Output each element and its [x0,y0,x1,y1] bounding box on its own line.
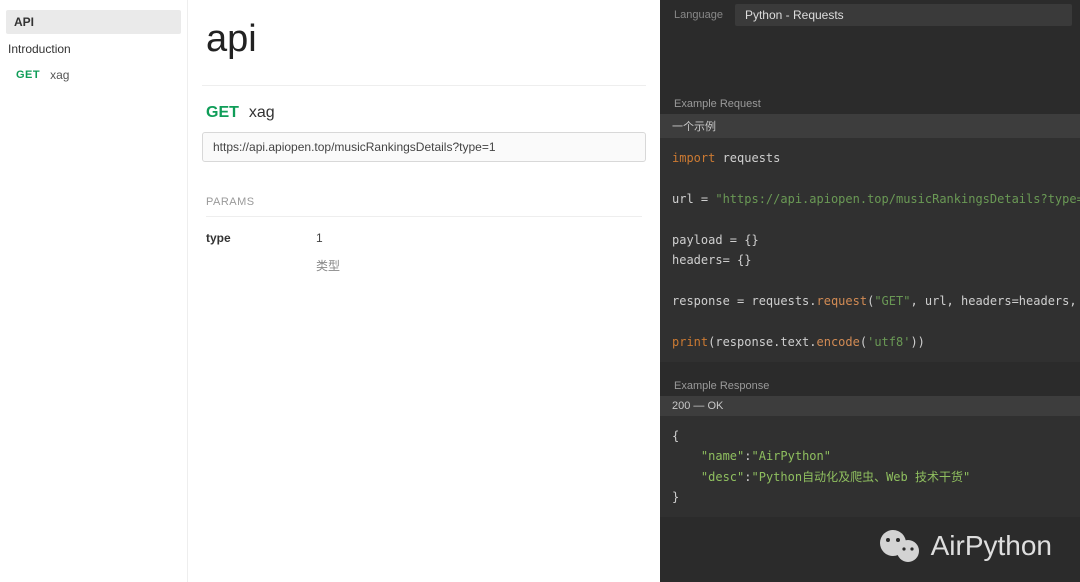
sidebar: API Introduction GET xag [0,0,188,582]
code-token: : [744,449,751,463]
watermark-text: AirPython [931,530,1052,562]
param-key: type [206,231,316,245]
language-label: Language [674,9,723,21]
endpoint-name: xag [249,104,275,122]
code-token: "https://api.apiopen.top/musicRankingsDe… [715,192,1080,206]
divider [206,216,642,217]
code-token: { [672,429,679,443]
code-token: requests [715,151,780,165]
code-token: "Python自动化及爬虫、Web 技术干货" [752,470,971,484]
code-token: )) [910,335,924,349]
code-token: ( [860,335,867,349]
main-content: api GET xag https://api.apiopen.top/musi… [188,0,660,582]
code-token: (response.text. [708,335,816,349]
watermark: AirPython [879,528,1052,564]
param-row: type 1 [202,231,646,245]
code-token: "name" [701,449,744,463]
code-token: } [672,490,679,504]
example-request-title: Example Request [660,98,1080,114]
response-status: 200 — OK [660,396,1080,416]
code-token: , url, headers=headers, data = payload) [910,294,1080,308]
param-value: 1 [316,231,323,245]
code-token: print [672,335,708,349]
language-selector[interactable]: Python - Requests [735,4,1072,26]
page-title: api [202,0,646,85]
endpoint-method: GET [206,104,239,122]
code-token: encode [817,335,860,349]
code-token: headers= {} [672,253,751,267]
code-token: url = [672,192,715,206]
sidebar-header: API [6,10,181,34]
endpoint-name-label: xag [50,68,69,82]
sidebar-item-xag[interactable]: GET xag [6,64,181,86]
language-bar: Language Python - Requests [660,0,1080,30]
wechat-icon [879,528,921,564]
app-root: API Introduction GET xag api GET xag htt… [0,0,1080,582]
request-code-block[interactable]: import requests url = "https://api.apiop… [660,138,1080,362]
code-panel: Language Python - Requests Example Reque… [660,0,1080,582]
example-response-title: Example Response [660,380,1080,396]
endpoint-method-badge: GET [16,69,40,81]
code-token: payload = {} [672,233,759,247]
code-token: response = requests. [672,294,817,308]
url-field[interactable]: https://api.apiopen.top/musicRankingsDet… [202,132,646,162]
param-description: 类型 [312,257,646,274]
code-token: : [744,470,751,484]
divider [202,85,646,86]
sidebar-item-introduction[interactable]: Introduction [6,34,181,64]
endpoint-header: GET xag [202,104,646,132]
code-token: request [817,294,868,308]
response-code-block[interactable]: { "name":"AirPython" "desc":"Python自动化及爬… [660,416,1080,518]
code-token: "AirPython" [752,449,831,463]
params-section-label: PARAMS [206,196,642,208]
code-token: import [672,151,715,165]
code-token: 'utf8' [867,335,910,349]
code-token: "GET" [874,294,910,308]
code-token: "desc" [701,470,744,484]
example-request-name: 一个示例 [660,114,1080,138]
